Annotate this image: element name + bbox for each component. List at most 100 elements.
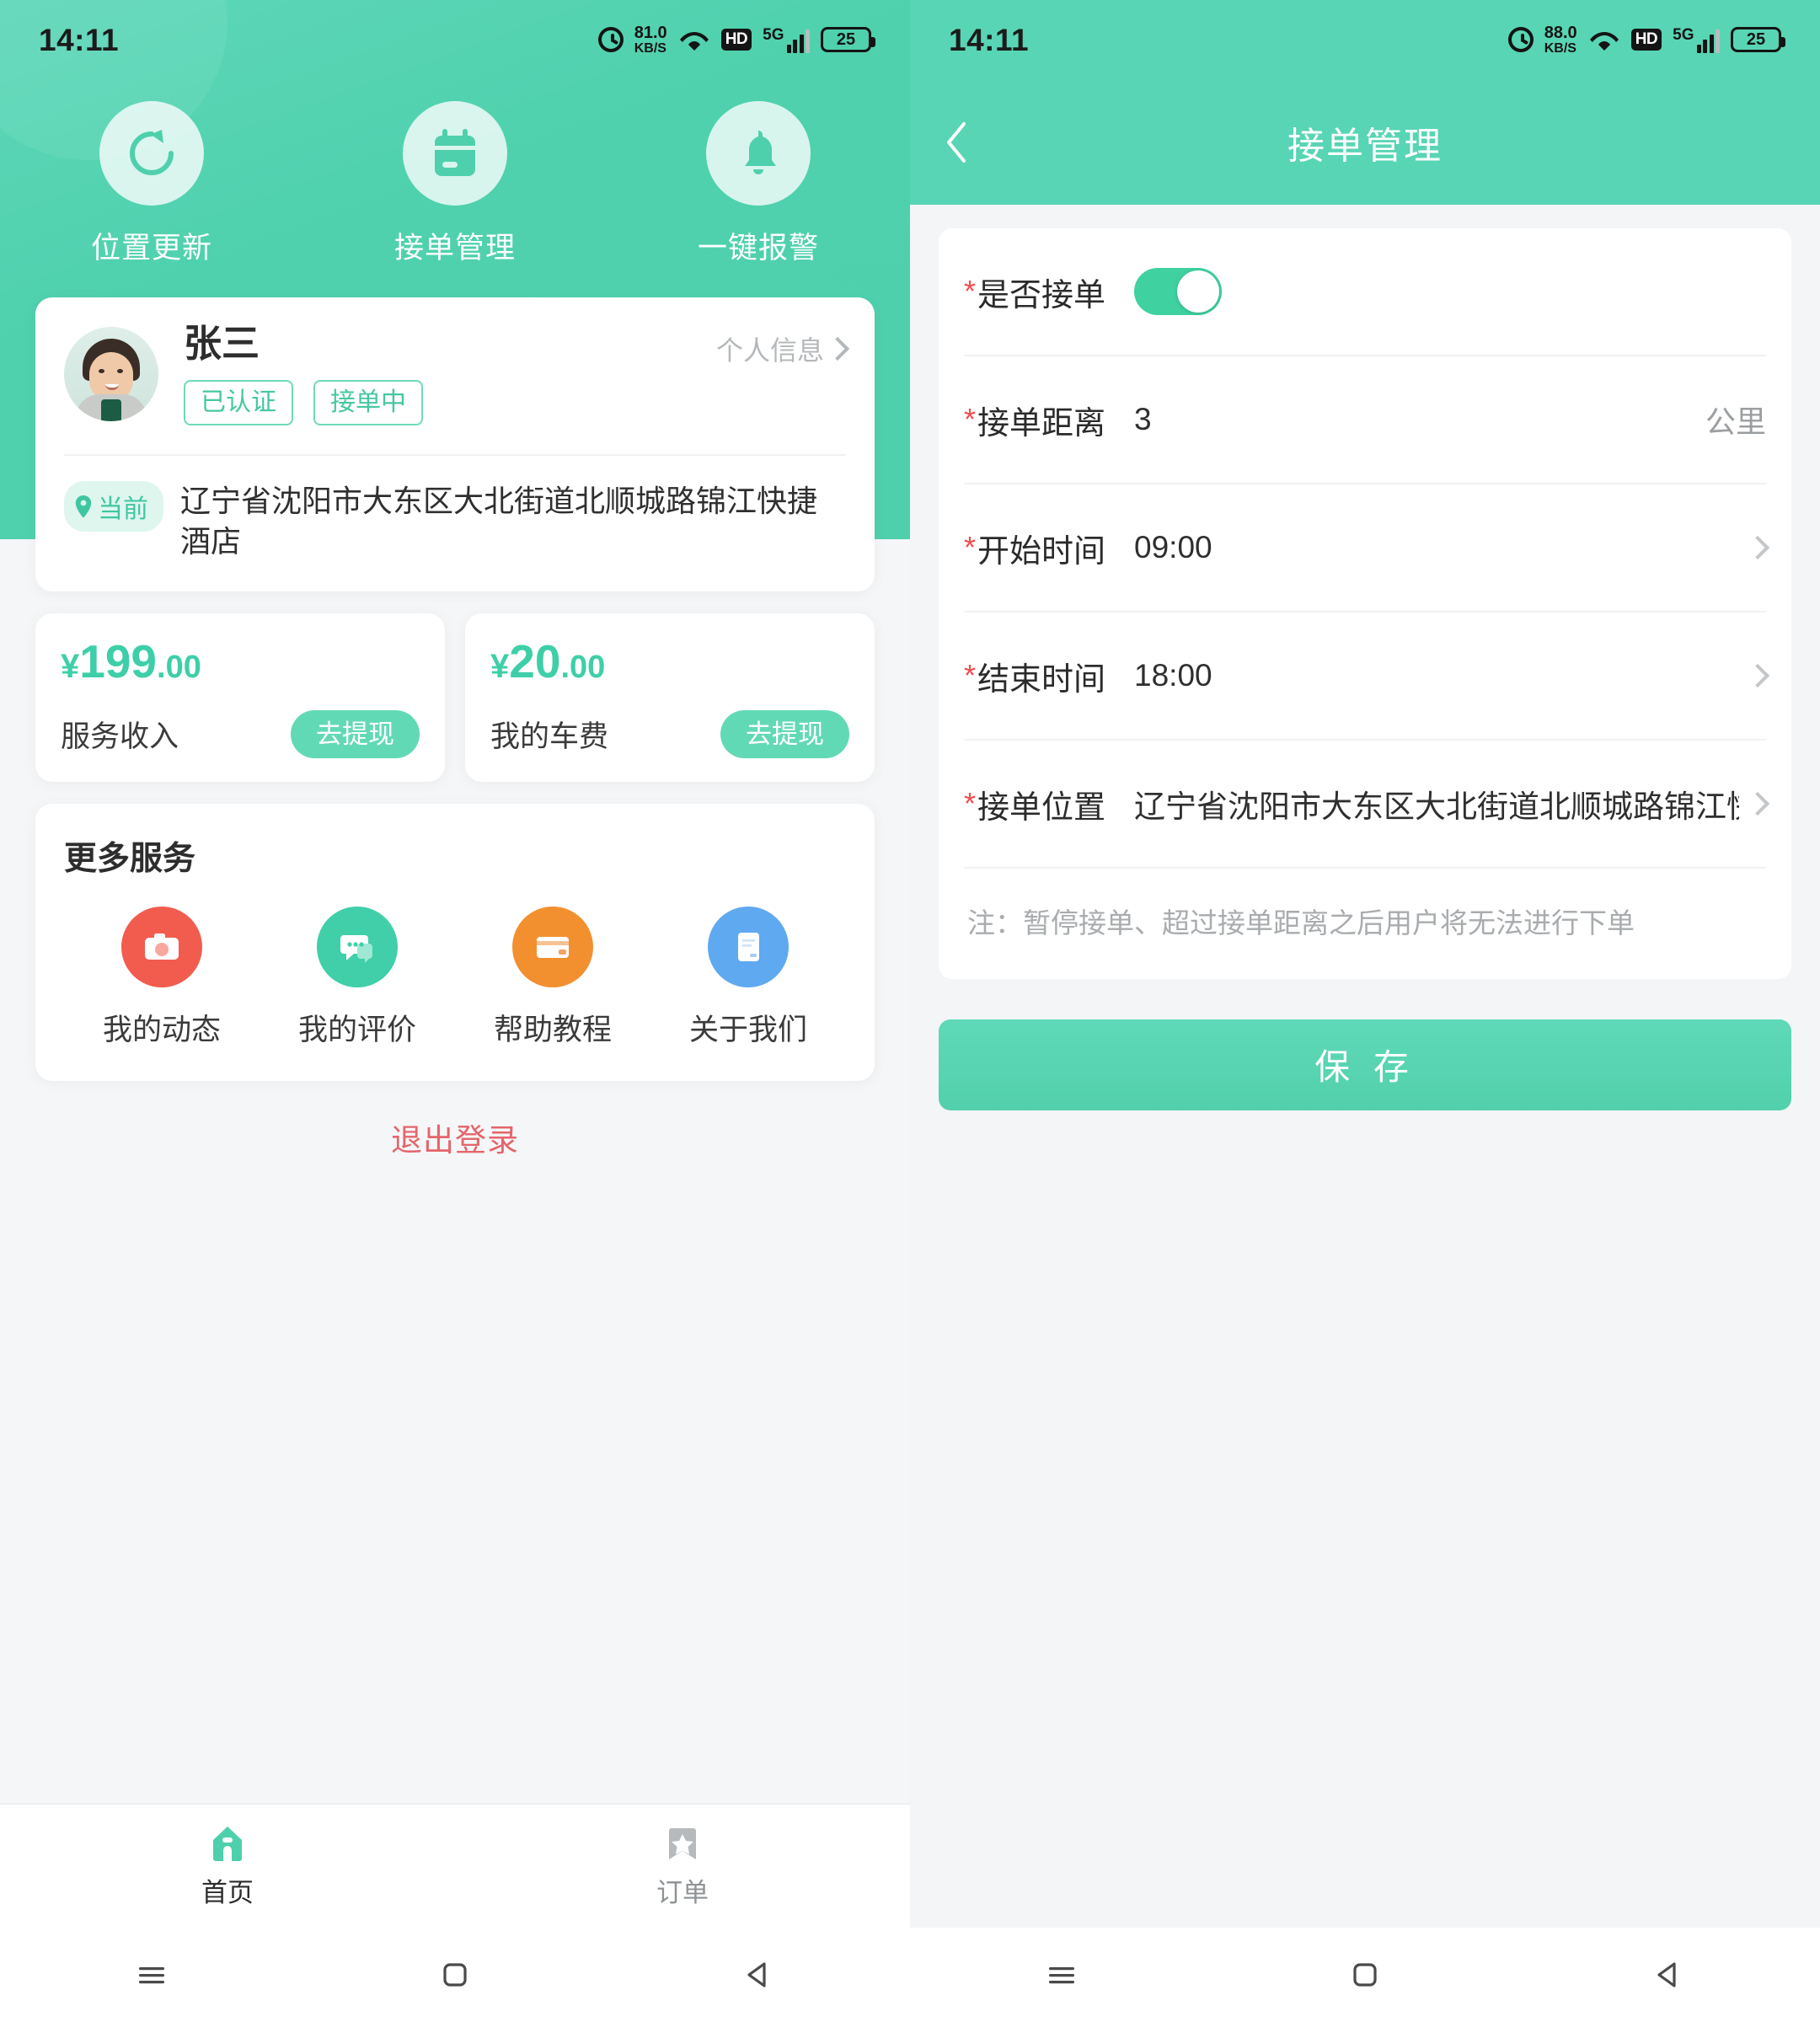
required-marker: * — [964, 274, 977, 308]
travel-fee-amount: ¥20.00 — [490, 638, 849, 685]
personal-info-label: 个人信息 — [715, 335, 824, 366]
service-item-label: 关于我们 — [688, 1013, 807, 1046]
logout-button[interactable]: 退出登录 — [0, 1115, 910, 1160]
app-bar: 接单管理 — [910, 80, 1820, 205]
current-location-badge: 当前 — [64, 480, 163, 532]
travel-fee-footer: 我的车费 去提现 — [490, 709, 849, 758]
battery-level: 25 — [836, 29, 856, 49]
profile-header: 张三 已认证 接单中 个人信息 — [64, 323, 850, 425]
phone-screen-order-management: 14:11 88.0 KB/S HD 5G 25 接单管理 * 是否接单 * 接… — [910, 0, 1820, 2022]
bell-icon — [706, 101, 811, 206]
earnings-cards: ¥199.00 服务收入 去提现 ¥20.00 我的车费 去提现 — [35, 612, 875, 782]
refresh-icon — [99, 101, 204, 206]
profile-card: 张三 已认证 接单中 个人信息 当前 辽宁省沈阳市大东区大北街道北顺城路锦江快捷… — [35, 297, 875, 591]
battery-level: 25 — [1746, 29, 1766, 49]
currency-symbol: ¥ — [61, 647, 80, 685]
bottom-tab-bar: 首页 订单 — [0, 1803, 910, 1928]
required-marker: * — [964, 402, 977, 436]
network-type-label: 5G — [763, 25, 784, 44]
service-income-amount: ¥199.00 — [61, 638, 420, 685]
network-speed-value: 81.0 — [634, 23, 667, 42]
avatar — [64, 326, 158, 421]
order-settings-form: * 是否接单 * 接单距离 3 公里 * 开始时间 09:00 * 结束时间 1… — [939, 228, 1791, 979]
withdraw-button[interactable]: 去提现 — [291, 709, 420, 758]
form-label: 开始时间 — [977, 533, 1106, 570]
earnings-label: 我的车费 — [490, 719, 609, 753]
more-services-card: 更多服务 我的动态 我的评价 帮助教程 关于我们 — [35, 803, 875, 1081]
tab-home[interactable]: 首页 — [0, 1805, 455, 1928]
signal-icon: 5G — [1673, 27, 1720, 53]
current-location-label: 当前 — [98, 495, 148, 523]
quick-action-location-update[interactable]: 位置更新 — [0, 101, 303, 267]
personal-info-link[interactable]: 个人信息 — [715, 329, 850, 368]
home-square-icon[interactable] — [1346, 1955, 1384, 1994]
chevron-left-icon — [947, 122, 966, 163]
earnings-label: 服务收入 — [61, 719, 179, 753]
distance-unit-label: 公里 — [1705, 404, 1766, 439]
current-address-row: 当前 辽宁省沈阳市大东区大北街道北顺城路锦江快捷酒店 — [64, 453, 846, 563]
form-note: 注：暂停接单、超过接单距离之后用户将无法进行下单 — [967, 907, 1635, 939]
earnings-card-travel-fee: ¥20.00 我的车费 去提现 — [465, 612, 875, 782]
service-item-my-posts[interactable]: 我的动态 — [64, 906, 260, 1049]
form-label: 接单位置 — [977, 789, 1106, 826]
service-item-help-tutorial[interactable]: 帮助教程 — [455, 906, 650, 1049]
earnings-card-service-income: ¥199.00 服务收入 去提现 — [35, 612, 445, 782]
home-icon — [213, 1826, 242, 1861]
phone-screen-home: 14:11 81.0 KB/S HD 5G 25 位置更新 接单管理 一键报警 … — [0, 0, 910, 2022]
form-label: 接单距离 — [977, 405, 1106, 441]
toggle-knob — [1177, 270, 1220, 313]
tab-orders[interactable]: 订单 — [455, 1805, 910, 1928]
accept-orders-toggle[interactable] — [1134, 268, 1223, 315]
amount-decimal: .00 — [560, 649, 606, 685]
network-speed-indicator: 88.0 KB/S — [1544, 24, 1577, 56]
service-item-about-us[interactable]: 关于我们 — [650, 906, 846, 1049]
menu-icon[interactable] — [1042, 1955, 1081, 1994]
service-item-label: 帮助教程 — [493, 1013, 612, 1046]
form-row-start-time[interactable]: * 开始时间 09:00 — [964, 484, 1770, 612]
required-marker: * — [964, 658, 977, 693]
status-bar-left: 14:11 81.0 KB/S HD 5G 25 — [0, 0, 910, 80]
page-title: 接单管理 — [1287, 126, 1443, 167]
back-triangle-icon[interactable] — [1649, 1955, 1688, 1994]
start-time-value: 09:00 — [1134, 530, 1212, 564]
current-address-text: 辽宁省沈阳市大东区大北街道北顺城路锦江快捷酒店 — [180, 483, 818, 559]
more-services-title: 更多服务 — [64, 840, 196, 877]
back-button[interactable] — [944, 120, 994, 164]
network-type-label: 5G — [1673, 25, 1694, 44]
network-speed-unit: KB/S — [1544, 40, 1576, 56]
signal-bars — [1696, 29, 1720, 53]
withdraw-button[interactable]: 去提现 — [720, 709, 849, 758]
document-icon — [708, 906, 789, 987]
alarm-icon — [597, 27, 624, 53]
status-bar-time: 14:11 — [39, 22, 120, 57]
save-button[interactable]: 保 存 — [939, 1019, 1791, 1110]
camera-icon — [121, 906, 202, 987]
chevron-right-icon — [1745, 535, 1770, 560]
form-row-order-location[interactable]: * 接单位置 辽宁省沈阳市大东区大北街道北顺城路锦江快捷酒店 — [964, 741, 1770, 869]
menu-icon[interactable] — [132, 1955, 171, 1994]
alarm-icon — [1507, 27, 1534, 53]
status-bar-icons: 81.0 KB/S HD 5G 25 — [597, 24, 875, 56]
amount-decimal: .00 — [157, 649, 201, 685]
tab-label: 订单 — [656, 1877, 709, 1907]
chat-icon — [317, 906, 398, 987]
more-services-grid: 我的动态 我的评价 帮助教程 关于我们 — [64, 906, 846, 1049]
network-speed-indicator: 81.0 KB/S — [634, 24, 667, 56]
home-square-icon[interactable] — [436, 1955, 474, 1994]
amount-integer: 20 — [509, 634, 561, 687]
back-triangle-icon[interactable] — [739, 1955, 778, 1994]
order-distance-input[interactable]: 3 — [1134, 402, 1705, 437]
service-item-label: 我的评价 — [297, 1013, 416, 1046]
quick-action-emergency-alarm[interactable]: 一键报警 — [607, 101, 910, 267]
status-bar-time: 14:11 — [949, 22, 1030, 57]
quick-action-label: 位置更新 — [90, 232, 212, 265]
order-location-value: 辽宁省沈阳市大东区大北街道北顺城路锦江快捷酒店 — [1134, 789, 1739, 824]
wifi-icon — [1588, 27, 1620, 52]
location-pin-icon — [74, 495, 93, 518]
status-badge-verified: 已认证 — [184, 379, 293, 425]
quick-action-order-management[interactable]: 接单管理 — [303, 101, 607, 267]
network-speed-value: 88.0 — [1544, 23, 1577, 42]
form-row-end-time[interactable]: * 结束时间 18:00 — [964, 612, 1770, 741]
required-marker: * — [964, 786, 977, 821]
service-item-my-reviews[interactable]: 我的评价 — [260, 906, 455, 1049]
